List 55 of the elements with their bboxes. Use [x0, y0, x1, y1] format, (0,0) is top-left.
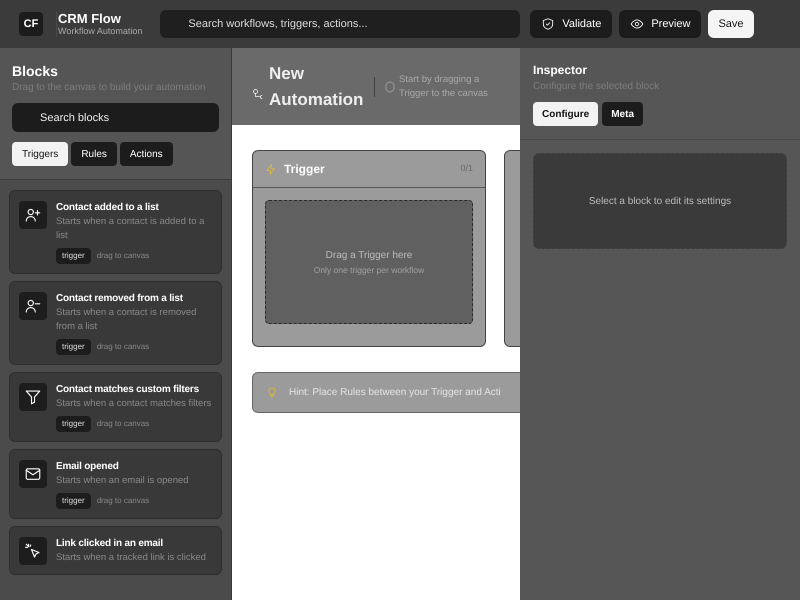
block-title: Contact removed from a list: [56, 292, 184, 305]
block-tag: trigger: [56, 493, 91, 509]
save-button[interactable]: Save: [708, 10, 754, 38]
block-description: Starts when a tracked link is clicked: [56, 551, 206, 565]
envelope-icon: [19, 460, 47, 488]
user-minus-icon: [19, 292, 47, 320]
block-title: Contact added to a list: [56, 201, 160, 214]
block-card[interactable]: Link clicked in an email Starts when a tracked link is clicked: [9, 526, 222, 575]
search-field[interactable]: Search workflows, triggers, actions...: [160, 10, 520, 38]
panel-title: Blocks: [12, 62, 59, 80]
hint-text: Hint: Place Rules between your Trigger and Acti: [289, 386, 501, 400]
drag-hint: drag to canvas: [96, 341, 150, 353]
block-tag: trigger: [56, 248, 91, 264]
tab[interactable]: Triggers: [12, 142, 68, 166]
block-title: Email opened: [56, 460, 120, 473]
drop-subtitle: Only one trigger per workflow: [314, 264, 424, 276]
block-card[interactable]: Contact added to a list Starts when a contact is added to a list trigger drag to canvas: [9, 190, 222, 274]
lightbulb-icon: [266, 385, 278, 400]
block-description: Starts when an email is opened: [56, 474, 189, 488]
tab[interactable]: Meta: [602, 102, 644, 126]
cursor-click-icon: [19, 537, 47, 565]
block-tag: trigger: [56, 339, 91, 355]
drag-hint: drag to canvas: [96, 250, 150, 262]
block-card[interactable]: Contact removed from a list Starts when a contact is removed from a list trigger drag to canvas: [9, 281, 222, 365]
toolbar-button[interactable]: Validate: [530, 10, 612, 38]
inspector-title: Inspector: [533, 63, 588, 78]
app-name: CRM Flow: [58, 11, 122, 26]
drag-hint: drag to canvas: [96, 418, 150, 430]
lightning-icon: [265, 162, 277, 176]
app-subtitle: Workflow Automation: [58, 26, 142, 37]
block-description: Starts when a contact is removed from a list: [56, 306, 198, 334]
workflow-hint: Start by dragging a Trigger to the canvas: [399, 72, 489, 100]
drop-title: Drag a Trigger here: [326, 248, 412, 263]
workflow-title: New Automation: [269, 62, 364, 110]
toolbar-button[interactable]: Preview: [619, 10, 702, 38]
tab[interactable]: Actions: [120, 142, 173, 166]
column-title: Trigger: [284, 161, 325, 178]
block-card[interactable]: Email opened Starts when an email is opened trigger drag to canvas: [9, 449, 222, 519]
user-plus-icon: [19, 201, 47, 229]
block-description: Starts when a contact is added to a list: [56, 215, 206, 243]
shield-check-icon: [541, 17, 556, 31]
block-card[interactable]: Contact matches custom filters Starts when a contact matches filters trigger drag to canvas: [9, 372, 222, 442]
filter-icon: [19, 383, 47, 411]
eye-icon: [630, 17, 644, 31]
workflow-icon: [252, 88, 264, 100]
tab[interactable]: Rules: [71, 142, 117, 166]
app-logo: CF: [19, 12, 43, 36]
tab[interactable]: Configure: [533, 102, 598, 126]
drag-hint: drag to canvas: [96, 495, 150, 507]
empty-state-text: Select a block to edit its settings: [588, 194, 732, 208]
block-tag: trigger: [56, 416, 91, 432]
search-field[interactable]: Search blocks: [12, 103, 219, 132]
block-description: Starts when a contact matches filters: [56, 397, 212, 411]
block-title: Link clicked in an email: [56, 537, 164, 550]
block-title: Contact matches custom filters: [56, 383, 200, 396]
